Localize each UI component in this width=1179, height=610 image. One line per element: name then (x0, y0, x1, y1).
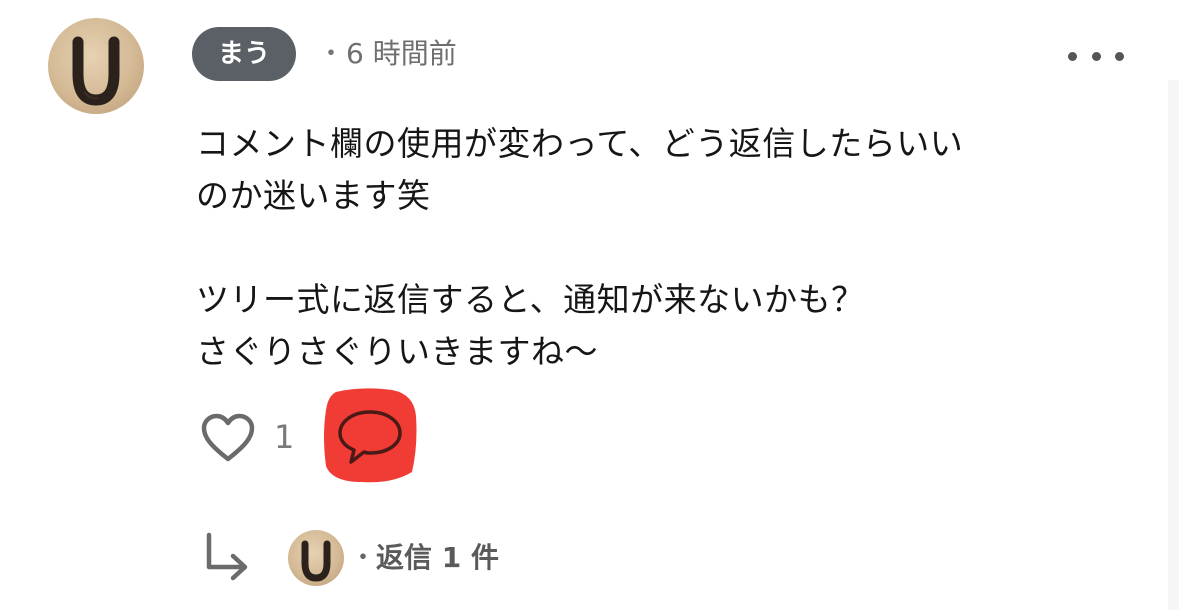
more-dot (1091, 51, 1101, 61)
comment-body: コメント欄の使用が変わって、どう返信したらいい のか迷います笑 ツリー式に返信す… (196, 118, 1156, 378)
reply-arrow-icon (203, 531, 251, 585)
comment-line: ツリー式に返信すると、通知が来ないかも？ (196, 280, 865, 319)
like-count: 1 (274, 418, 295, 456)
comment-line: コメント欄の使用が変わって、どう返信したらいい (196, 124, 964, 163)
more-options-icon[interactable] (1068, 36, 1124, 76)
more-dot (1115, 51, 1124, 61)
heart-outline-icon (201, 413, 255, 462)
comment-line: のか迷います笑 (196, 176, 431, 215)
username-badge[interactable]: まう (192, 27, 297, 81)
speech-bubble-icon (324, 388, 417, 483)
reply-user-avatar[interactable] (288, 530, 344, 586)
comment-line: さぐりさぐりいきますね〜 (196, 332, 598, 371)
user-avatar[interactable] (48, 18, 144, 114)
comment-blank-line (196, 222, 1156, 274)
right-edge-panel (1168, 80, 1179, 610)
like-button[interactable] (200, 412, 256, 464)
horseshoe-avatar-image (72, 36, 120, 106)
meta-separator: ・ (318, 39, 345, 69)
replies-count-link[interactable]: 返信 1 件 (376, 536, 499, 580)
replies-separator: ・ (350, 543, 377, 573)
timestamp: 6 時間前 (346, 37, 457, 70)
horseshoe-avatar-image (301, 540, 331, 582)
reply-button[interactable] (322, 386, 418, 486)
more-dot (1068, 51, 1077, 61)
